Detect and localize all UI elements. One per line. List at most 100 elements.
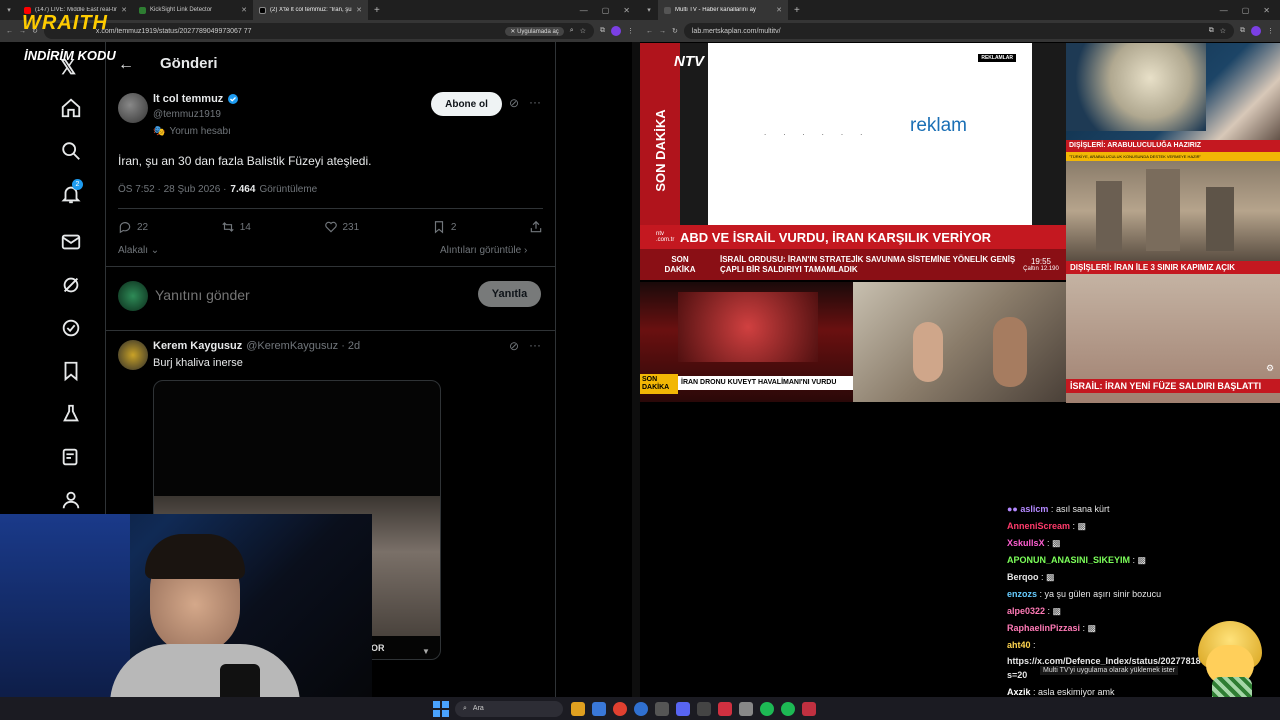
reply-button[interactable]: Yanıtla [478,281,541,307]
post-author[interactable]: lt col temmuz [153,93,239,105]
share-action[interactable] [529,220,543,234]
close-icon[interactable]: ✕ [776,6,782,14]
menu-icon[interactable]: ⋮ [1267,27,1274,35]
chat-message: XskullsX : ▩ [1007,538,1061,548]
chrome-icon[interactable] [613,701,627,716]
url-field[interactable]: x.com/temmuz1919/status/2027789049973067… [43,23,594,39]
maximize-icon[interactable]: ▢ [1242,6,1250,15]
app-icon[interactable] [718,701,732,716]
file-explorer-icon[interactable] [571,701,585,716]
edge-icon[interactable] [634,701,648,716]
view-quotes-link[interactable]: Alıntıları görüntüle › [440,245,527,256]
like-action[interactable]: 231 [324,220,359,234]
window-close-icon[interactable]: ✕ [623,6,630,15]
zoom-icon[interactable]: ⌕ [570,27,574,35]
menu-icon[interactable]: ⋮ [627,27,634,35]
heart-icon [324,221,337,233]
bookmark-action[interactable]: 2 [432,220,456,234]
extensions-icon[interactable]: ⧉ [600,27,605,35]
window-close-icon[interactable]: ✕ [1263,6,1270,15]
open-app-button[interactable]: ✕ Uygulamada aç [505,26,564,36]
post-text: İran, şu an 30 dan fazla Balistik Füzeyi… [118,154,372,168]
grok-icon[interactable]: ⊘ [509,339,519,353]
scrollbar[interactable] [632,42,640,697]
notifications-icon[interactable]: 2 [60,179,84,210]
avatar[interactable] [118,93,148,123]
repost-action[interactable]: 14 [221,220,251,234]
profile-icon[interactable] [60,489,82,511]
profile-avatar[interactable] [611,26,621,36]
extensions-icon[interactable]: ⧉ [1240,27,1245,35]
minimize-icon[interactable]: — [580,6,588,15]
webcam-background [0,514,130,720]
tab-search-icon[interactable]: ▾ [0,0,18,20]
new-tab-button[interactable]: + [794,5,800,16]
messages-icon[interactable] [60,231,82,253]
video-frame [678,292,818,362]
map-graphic [1066,43,1206,131]
city-camera-tile[interactable] [1066,161,1280,261]
haberturk-tile[interactable]: SON DAKİKA İRAN DRONU KUVEYT HAVALİMANI'… [640,282,853,402]
bookmarks-icon[interactable] [60,360,82,382]
search-icon[interactable] [60,140,82,162]
grok-icon[interactable]: ⊘ [509,96,519,110]
install-toast[interactable]: Multi TV'yi uygulama olarak yüklemek ist… [1040,666,1178,675]
reply-action[interactable]: 22 [118,220,148,234]
minimize-icon[interactable]: — [1220,6,1228,15]
back-icon[interactable]: ← [646,28,653,35]
windows-start-icon[interactable] [433,700,449,717]
tab-search-icon[interactable]: ▾ [640,0,658,20]
post-handle[interactable]: @temmuz1919 [153,109,221,120]
bookmark-star-icon[interactable]: ☆ [1220,27,1226,35]
taskbar-search[interactable]: ⌕ Ara [455,700,563,717]
tab-multitv[interactable]: Multi TV - Haber kanallarını ay ✕ [658,0,788,20]
back-icon[interactable]: ← [6,28,13,35]
articles-icon[interactable] [60,446,82,468]
store-icon[interactable] [592,701,606,716]
chevron-down-icon[interactable]: ▼ [422,647,430,656]
app-icon[interactable] [739,701,753,716]
whatsapp-icon[interactable] [781,701,795,716]
app-icon[interactable] [697,701,711,716]
verified-badge-icon [228,94,239,104]
url-field[interactable]: lab.mertskaplan.com/multitv/ ⧉ ☆ [683,23,1234,39]
chat-message: aht40 : [1007,640,1036,650]
forward-icon[interactable]: → [659,28,666,35]
ticker-text: İSRAİL ORDUSU: İRAN'IN STRATEJİK SAVUNMA… [720,254,1016,274]
grok-icon[interactable] [60,274,82,296]
install-app-icon[interactable]: ⧉ [1209,27,1214,35]
series-tile[interactable] [853,282,1066,402]
collage-tile[interactable]: DIŞİŞLERİ: İRAN İLE 3 SINIR KAPIMIZ AÇIK… [1066,261,1280,403]
close-icon[interactable]: ✕ [121,6,127,14]
home-icon[interactable] [60,97,82,119]
profile-avatar[interactable] [1251,26,1261,36]
close-icon[interactable]: ✕ [356,6,362,14]
jobs-icon[interactable] [60,403,82,425]
verified-icon[interactable] [60,317,82,339]
reply-author[interactable]: Kerem Kaygusuz @KeremKaygusuz · 2d [153,340,360,352]
tab-x-post[interactable]: (2) X'te lt col temmuz: "İran, şu ✕ [253,0,368,20]
reply-input[interactable] [155,283,455,307]
sort-dropdown[interactable]: Alakalı ⌄ [118,245,159,256]
more-options-icon[interactable]: ··· [529,338,541,352]
settings-gear-icon[interactable]: ⚙ [1266,363,1274,374]
my-avatar[interactable] [118,281,148,311]
back-arrow-icon[interactable]: ← [118,56,134,74]
building [1096,181,1122,251]
follow-button[interactable]: Abone ol [431,92,502,116]
bookmark-star-icon[interactable]: ☆ [580,27,586,35]
new-tab-button[interactable]: + [374,5,380,16]
app-icon[interactable] [802,701,816,716]
discord-icon[interactable] [676,701,690,716]
obs-icon[interactable] [655,701,669,716]
close-icon[interactable]: ✕ [241,6,247,14]
tab-kicksight[interactable]: KickSight Link Detector ✕ [133,0,253,20]
ntv-logo: NTV [674,53,704,70]
maximize-icon[interactable]: ▢ [602,6,610,15]
cnn-turk-tile[interactable]: DIŞİŞLERİ: ARABULUCULUĞA HAZIRIZ "TÜRKİY… [1066,43,1280,161]
spotify-icon[interactable] [760,701,774,716]
avatar[interactable] [118,340,148,370]
more-options-icon[interactable]: ··· [529,95,541,109]
ntv-tile[interactable]: SON DAKİKA NTV REKLAMLAR ...... reklam n… [640,43,1066,280]
reload-icon[interactable]: ↻ [672,27,678,35]
